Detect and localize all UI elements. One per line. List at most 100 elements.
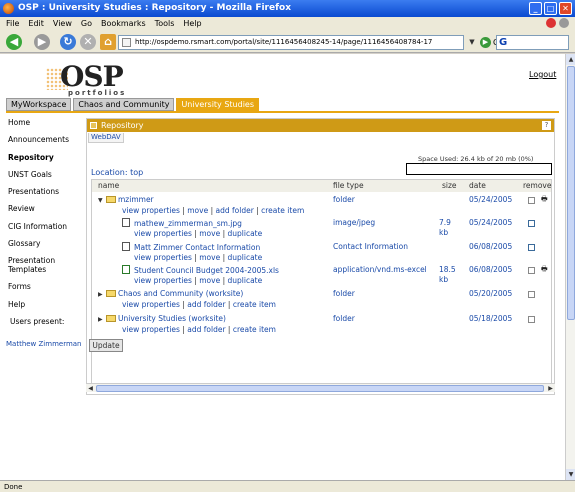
menu-help[interactable]: Help <box>183 17 201 31</box>
maximize-button[interactable]: □ <box>544 2 557 15</box>
horizontal-scrollbar[interactable]: ◀ ▶ <box>86 383 555 392</box>
help-icon[interactable]: ? <box>542 121 551 130</box>
view-properties-link[interactable]: view properties <box>134 276 192 285</box>
scroll-down-icon[interactable]: ▼ <box>566 469 575 480</box>
remove-checkbox[interactable] <box>528 197 535 204</box>
add-folder-link[interactable]: add folder <box>216 206 254 215</box>
view-properties-link[interactable]: view properties <box>134 253 192 262</box>
menu-go[interactable]: Go <box>81 17 92 31</box>
tab-myworkspace[interactable]: MyWorkspace <box>6 98 72 111</box>
duplicate-link[interactable]: duplicate <box>228 229 263 238</box>
remove-checkbox[interactable] <box>528 267 535 274</box>
menu-edit[interactable]: Edit <box>28 17 44 31</box>
present-user[interactable]: Matthew Zimmerman <box>0 340 82 348</box>
horizontal-scroll-thumb[interactable] <box>96 385 544 392</box>
sidebar-item-help[interactable]: Help <box>0 296 82 313</box>
col-date: date <box>469 181 486 190</box>
sidebar-item-glossary[interactable]: Glossary <box>0 235 82 252</box>
move-link[interactable]: move <box>199 229 220 238</box>
vertical-scroll-thumb[interactable] <box>567 66 575 320</box>
row-actions: view properties | move | duplicate <box>134 229 263 238</box>
stop-icon[interactable]: ✕ <box>80 34 96 50</box>
sidebar-item-cig-information[interactable]: CIG Information <box>0 218 82 235</box>
menu-tools[interactable]: Tools <box>155 17 175 31</box>
sidebar: Home Announcements Repository UNST Goals… <box>0 114 82 348</box>
add-folder-link[interactable]: add folder <box>187 325 225 334</box>
menu-file[interactable]: File <box>6 17 19 31</box>
collapse-icon[interactable]: ▼ <box>98 197 106 204</box>
view-properties-link[interactable]: view properties <box>122 325 180 334</box>
move-link[interactable]: move <box>199 276 220 285</box>
file-name-jpg[interactable]: mathew_zimmerman_sm.jpg <box>122 218 242 228</box>
forward-icon[interactable]: ▶ <box>34 34 50 50</box>
file-type: application/vnd.ms-excel <box>333 265 427 274</box>
file-name-xls[interactable]: Student Council Budget 2004-2005.xls <box>122 265 279 275</box>
scroll-left-icon[interactable]: ◀ <box>86 384 95 393</box>
sidebar-item-announcements[interactable]: Announcements <box>0 131 82 148</box>
create-item-link[interactable]: create item <box>261 206 304 215</box>
menu-view[interactable]: View <box>53 17 72 31</box>
url-bar[interactable]: http://ospdemo.rsmart.com/portal/site/11… <box>118 35 464 50</box>
portlet-title-bar: Repository ? <box>87 119 554 132</box>
duplicate-link[interactable]: duplicate <box>228 276 263 285</box>
move-link[interactable]: move <box>187 206 208 215</box>
date: 05/24/2005 <box>469 218 513 227</box>
view-properties-link[interactable]: view properties <box>122 300 180 309</box>
folder-name-chaos[interactable]: ▶ Chaos and Community (worksite) <box>98 289 243 298</box>
row-actions: view properties | move | duplicate <box>134 276 263 285</box>
sidebar-item-home[interactable]: Home <box>0 114 82 131</box>
sidebar-item-presentations[interactable]: Presentations <box>0 183 82 200</box>
sidebar-item-forms[interactable]: Forms <box>0 278 82 295</box>
sidebar-item-review[interactable]: Review <box>0 200 82 217</box>
page-icon <box>122 38 131 47</box>
throbber-icon <box>559 18 569 28</box>
col-file-type: file type <box>333 181 364 190</box>
search-input[interactable]: G <box>496 35 569 50</box>
folder-icon <box>106 290 116 297</box>
remove-checkbox[interactable] <box>528 244 535 251</box>
scroll-right-icon[interactable]: ▶ <box>546 384 555 393</box>
menu-bookmarks[interactable]: Bookmarks <box>101 17 146 31</box>
home-icon[interactable]: ⌂ <box>100 34 116 50</box>
close-button[interactable]: ✕ <box>559 2 572 15</box>
tab-university-studies[interactable]: University Studies <box>176 98 260 111</box>
status-text: Done <box>4 483 23 491</box>
view-properties-link[interactable]: view properties <box>134 229 192 238</box>
scroll-up-icon[interactable]: ▲ <box>566 54 575 65</box>
logout-link[interactable]: Logout <box>529 70 556 79</box>
webdav-link[interactable]: WebDAV <box>88 133 124 143</box>
url-dropdown-icon[interactable]: ▼ <box>466 36 478 49</box>
create-item-link[interactable]: create item <box>233 300 276 309</box>
row-actions: view properties | move | add folder | cr… <box>122 206 305 215</box>
folder-name-university[interactable]: ▶ University Studies (worksite) <box>98 314 226 323</box>
tab-divider <box>6 111 559 113</box>
row-actions: view properties | move | duplicate <box>134 253 263 262</box>
go-icon: ▶ <box>480 37 491 48</box>
sidebar-item-unst-goals[interactable]: UNST Goals <box>0 166 82 183</box>
file-name-contact[interactable]: Matt Zimmer Contact Information <box>122 242 260 252</box>
folder-name-mzimmer[interactable]: ▼ mzimmer <box>98 195 154 204</box>
logo-subtext: portfolios <box>68 89 127 97</box>
create-item-link[interactable]: create item <box>233 325 276 334</box>
file-type: folder <box>333 289 355 298</box>
reload-icon[interactable]: ↻ <box>60 34 76 50</box>
tab-chaos-and-community[interactable]: Chaos and Community <box>73 98 175 111</box>
minimize-button[interactable]: _ <box>529 2 542 15</box>
space-used-bar <box>406 163 552 175</box>
move-link[interactable]: move <box>199 253 220 262</box>
remove-checkbox[interactable] <box>528 220 535 227</box>
expand-icon[interactable]: ▶ <box>98 316 106 323</box>
location-top-link[interactable]: top <box>130 168 143 177</box>
remove-checkbox[interactable] <box>528 291 535 298</box>
update-button[interactable]: Update <box>89 339 123 352</box>
add-folder-link[interactable]: add folder <box>187 300 225 309</box>
vertical-scrollbar[interactable]: ▲ ▼ <box>565 54 575 480</box>
sidebar-item-presentation-templates[interactable]: Presentation Templates <box>0 252 82 278</box>
remove-checkbox[interactable] <box>528 316 535 323</box>
sidebar-item-repository[interactable]: Repository <box>0 149 82 166</box>
back-icon[interactable]: ◀ <box>6 34 22 50</box>
view-properties-link[interactable]: view properties <box>122 206 180 215</box>
file-type: Contact Information <box>333 242 408 251</box>
expand-icon[interactable]: ▶ <box>98 291 106 298</box>
duplicate-link[interactable]: duplicate <box>228 253 263 262</box>
